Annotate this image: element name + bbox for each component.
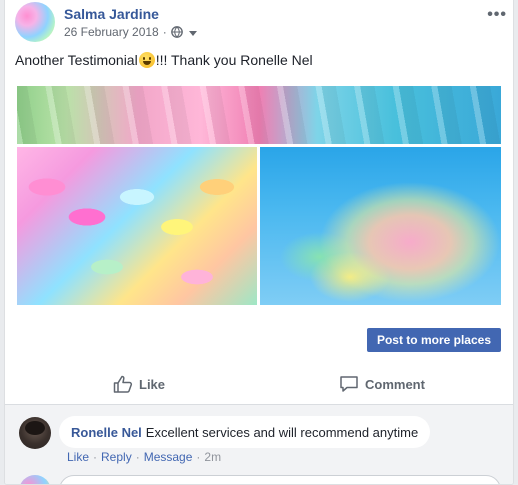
separator-dot: · <box>93 450 98 464</box>
grinning-face-icon <box>138 52 155 68</box>
like-label: Like <box>139 376 166 392</box>
comment-label: Comment <box>365 376 425 392</box>
separator-dot: · <box>196 450 201 464</box>
post-text-before: Another Testimonial <box>15 52 138 68</box>
like-button[interactable]: Like <box>113 372 165 396</box>
separator-dot: · <box>135 450 140 464</box>
post-to-more-places-button[interactable]: Post to more places <box>367 328 501 352</box>
comment-reply-link[interactable]: Reply <box>101 450 132 464</box>
comment-timestamp[interactable]: 2m <box>204 450 221 464</box>
thumbs-up-icon <box>113 375 133 393</box>
post-card: Salma Jardine 26 February 2018 · ••• Ano… <box>4 0 514 485</box>
comment-text: Excellent services and will recommend an… <box>145 424 419 440</box>
dot-separator: · <box>162 25 167 39</box>
post-header: Salma Jardine 26 February 2018 · ••• <box>5 0 513 48</box>
photo-cotton-candy-bundles[interactable] <box>17 147 257 305</box>
comment-bubble-icon <box>340 376 358 392</box>
post-meta: 26 February 2018 · <box>64 25 197 39</box>
comment-message-link[interactable]: Message <box>144 450 193 464</box>
audience-caret-icon[interactable] <box>188 30 197 36</box>
author-name[interactable]: Salma Jardine <box>64 6 159 22</box>
comment-button[interactable]: Comment <box>339 372 425 396</box>
author-avatar[interactable] <box>15 2 55 42</box>
globe-icon[interactable] <box>170 26 183 38</box>
post-text-after: !!! Thank you Ronelle Nel <box>155 52 313 68</box>
photo-cotton-candy-strip[interactable] <box>17 86 501 144</box>
comment-like-link[interactable]: Like <box>67 450 89 464</box>
commenter-name[interactable]: Ronelle Nel <box>71 425 142 440</box>
photo-cotton-candy-bouquet[interactable] <box>260 147 501 305</box>
commenter-avatar[interactable] <box>19 417 51 449</box>
write-comment-input[interactable] <box>59 475 501 484</box>
comment-actions: Like · Reply · Message · 2m <box>67 450 221 464</box>
post-date[interactable]: 26 February 2018 <box>64 25 159 39</box>
comment-bubble: Ronelle Nel Excellent services and will … <box>59 416 431 448</box>
post-text: Another Testimonial !!! Thank you Ronell… <box>15 52 313 68</box>
more-options-icon[interactable]: ••• <box>487 6 507 24</box>
comments-section: Ronelle Nel Excellent services and will … <box>5 404 513 484</box>
current-user-avatar <box>19 475 51 484</box>
